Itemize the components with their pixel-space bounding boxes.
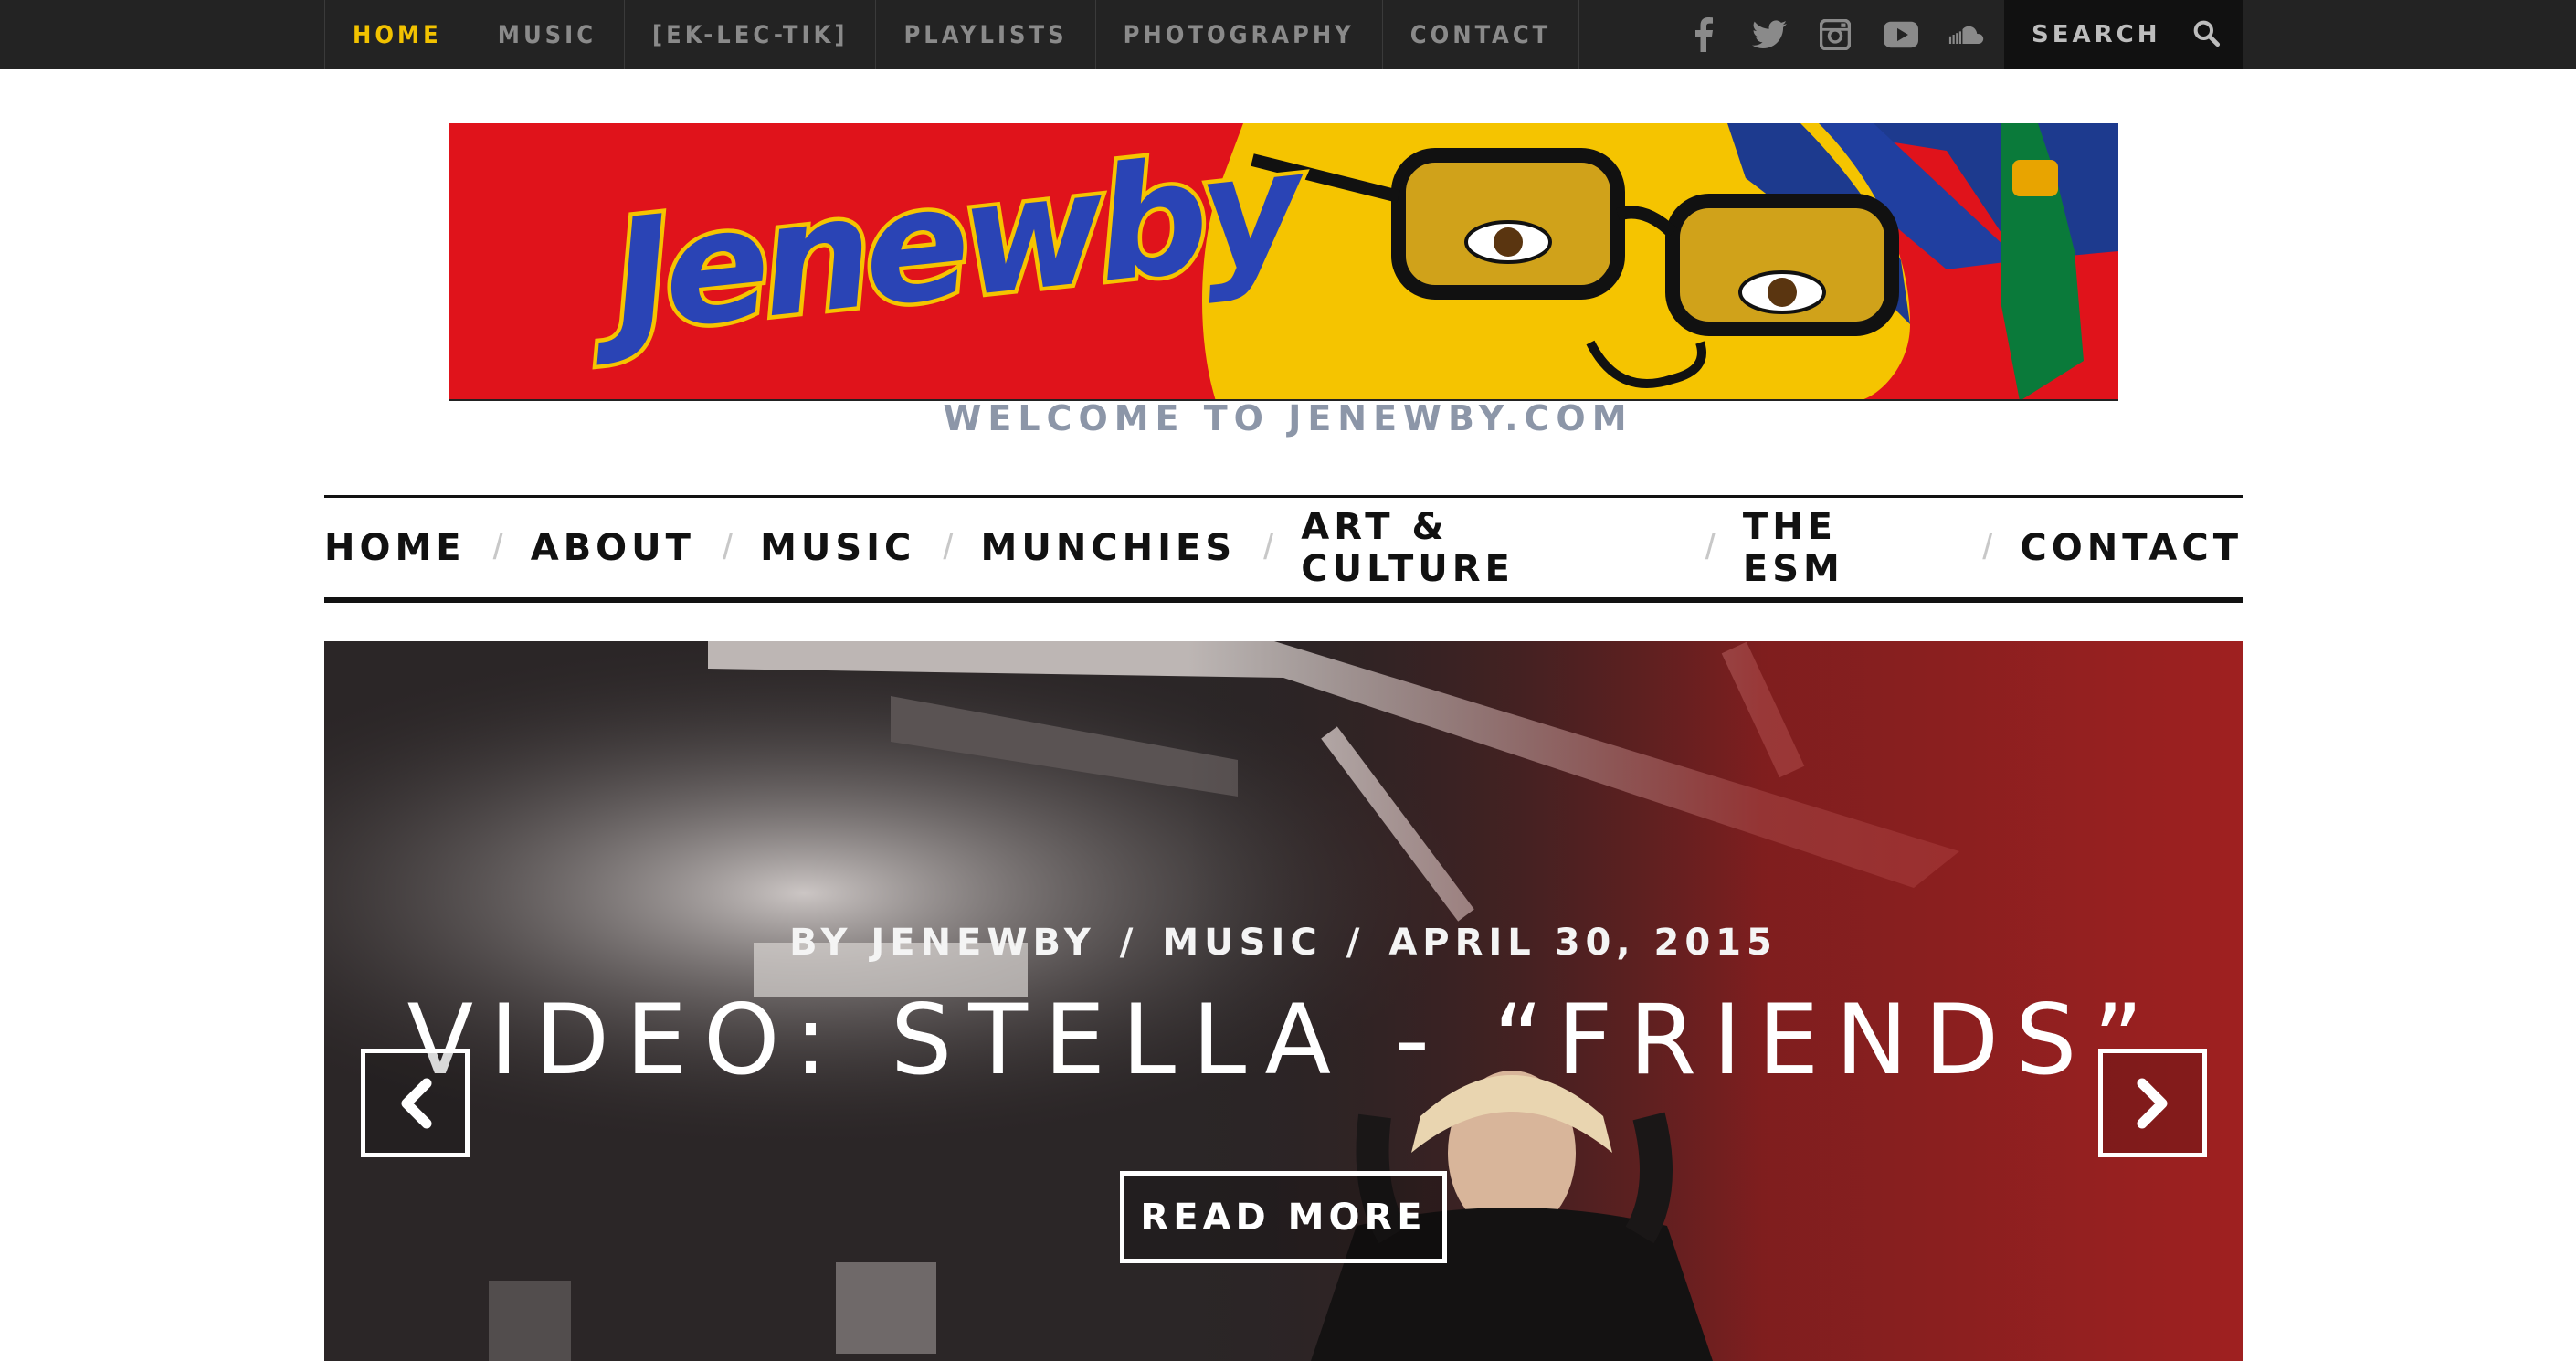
mainnav-item-music[interactable]: MUSIC (760, 527, 915, 569)
banner-illustration: Jenewby (449, 123, 2118, 399)
topnav-item-eklectik[interactable]: [EK-LEC-TIK] (625, 0, 877, 69)
search-box (2004, 0, 2243, 69)
post-date: APRIL 30, 2015 (1388, 922, 1778, 964)
facebook-icon[interactable] (1685, 16, 1722, 53)
youtube-icon[interactable] (1883, 16, 1919, 53)
soundcloud-icon[interactable] (1948, 16, 1985, 53)
topnav-item-photography[interactable]: PHOTOGRAPHY (1096, 0, 1383, 69)
meta-separator: / (1119, 922, 1139, 964)
chevron-left-icon (401, 1078, 431, 1128)
site-tagline: WELCOME TO JENEWBY.COM (943, 398, 1633, 438)
instagram-icon[interactable] (1817, 16, 1853, 53)
mainnav-item-home[interactable]: HOME (324, 527, 466, 569)
post-author-link[interactable]: BY JENEWBY (789, 922, 1096, 964)
mainnav-item-munchies[interactable]: MUNCHIES (981, 527, 1237, 569)
post-meta: BY JENEWBY / MUSIC / APRIL 30, 2015 (324, 922, 2243, 964)
top-bar: HOME MUSIC [EK-LEC-TIK] PLAYLISTS PHOTOG… (0, 0, 2576, 69)
header-banner[interactable]: Jenewby (449, 123, 2118, 401)
mainnav-item-contact[interactable]: CONTACT (2020, 527, 2243, 569)
topnav-item-music[interactable]: MUSIC (470, 0, 626, 69)
topnav-item-playlists[interactable]: PLAYLISTS (876, 0, 1096, 69)
mainnav-item-the-esm[interactable]: THE ESM (1743, 506, 1955, 590)
topnav-item-contact[interactable]: CONTACT (1383, 0, 1580, 69)
main-nav: HOME / ABOUT / MUSIC / MUNCHIES / ART & … (324, 495, 2243, 603)
twitter-icon[interactable] (1751, 16, 1788, 53)
nav-separator: / (1705, 527, 1716, 567)
nav-separator: / (492, 527, 503, 567)
search-input[interactable] (2032, 21, 2187, 48)
meta-separator: / (1346, 922, 1366, 964)
mainnav-item-about[interactable]: ABOUT (531, 527, 695, 569)
mainnav-item-art-culture[interactable]: ART & CULTURE (1301, 506, 1678, 590)
nav-separator: / (1982, 527, 1993, 567)
topnav-item-home[interactable]: HOME (324, 0, 470, 69)
nav-separator: / (722, 527, 734, 567)
slider-next-button[interactable] (2098, 1049, 2207, 1157)
post-title[interactable]: VIDEO: STELLA - “FRIENDS” (324, 984, 2243, 1096)
slider-prev-button[interactable] (361, 1049, 470, 1157)
chevron-right-icon (2137, 1078, 2167, 1128)
nav-separator: / (943, 527, 954, 567)
search-icon[interactable] (2191, 18, 2221, 52)
top-bar-inner: HOME MUSIC [EK-LEC-TIK] PLAYLISTS PHOTOG… (324, 0, 2243, 69)
featured-slider: BY JENEWBY / MUSIC / APRIL 30, 2015 VIDEO: S… (324, 641, 2243, 1361)
post-category-link[interactable]: MUSIC (1162, 922, 1322, 964)
nav-separator: / (1263, 527, 1274, 567)
social-links (1685, 0, 1985, 69)
read-more-button[interactable]: READ MORE (1120, 1171, 1447, 1263)
